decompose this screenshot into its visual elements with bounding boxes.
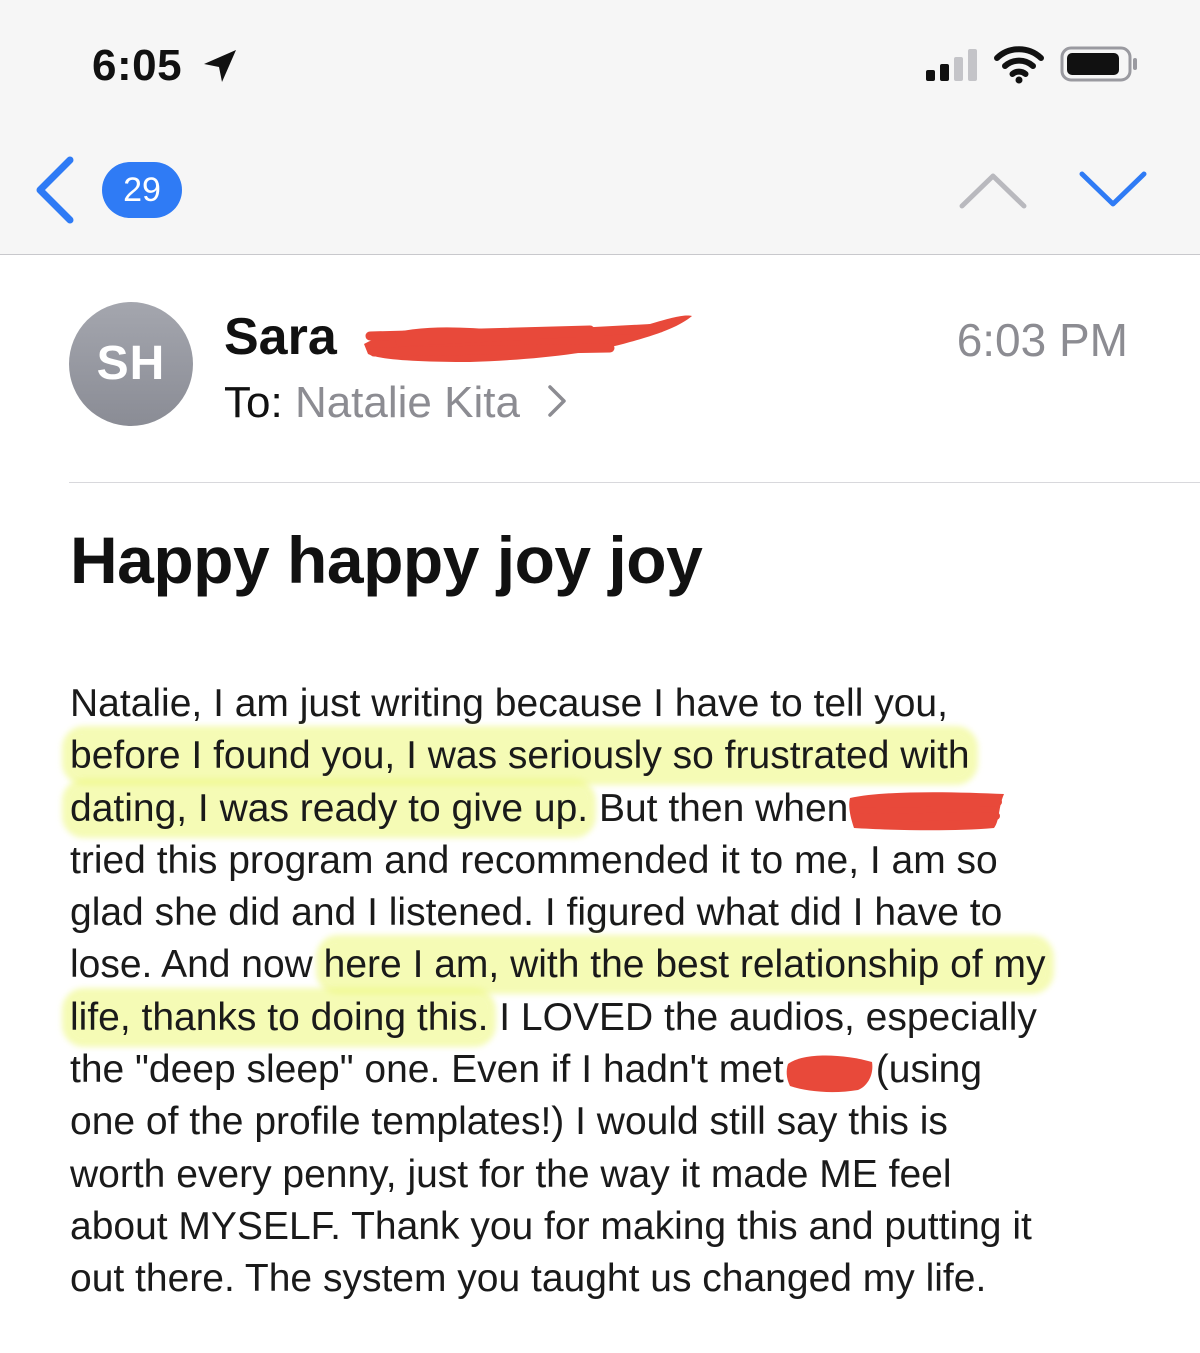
body-text: (using — [875, 1048, 983, 1092]
redaction-scribble — [784, 1050, 876, 1094]
body-line: Natalie, I am just writing because I hav… — [70, 682, 948, 725]
status-time: 6:05 — [92, 41, 183, 90]
header-divider — [69, 482, 1200, 483]
chevron-right-icon[interactable] — [546, 381, 568, 421]
highlighted-text: here I am, with the best relationship of… — [323, 943, 1046, 987]
recipient-row[interactable]: To: Natalie Kita — [224, 376, 568, 430]
top-chrome: 6:05 29 — [0, 0, 1200, 255]
sent-time: 6:03 PM — [956, 314, 1128, 366]
wifi-icon — [994, 46, 1044, 84]
redaction-scribble — [364, 315, 692, 362]
body-line: dating, I was ready to give up. But then… — [70, 783, 1180, 835]
body-line: the "deep sleep" one. Even if I hadn't m… — [70, 1044, 1180, 1096]
body-line: about MYSELF. Thank you for making this … — [70, 1204, 1032, 1248]
body-text: the "deep sleep" one. Even if I hadn't m… — [70, 1048, 784, 1092]
next-message-button[interactable] — [1076, 166, 1150, 214]
recipient-name[interactable]: Natalie Kita — [295, 378, 520, 427]
redaction-scribble — [848, 788, 1008, 832]
body-text: lose. And now — [70, 943, 324, 987]
previous-message-button[interactable] — [956, 166, 1030, 214]
body-line: before I found you, I was seriously so f… — [70, 730, 1180, 782]
body-line: life, thanks to doing this. I LOVED the … — [70, 992, 1180, 1044]
battery-icon — [1060, 46, 1137, 82]
body-line: tried this program and recommended it to… — [70, 838, 998, 882]
body-line: out there. The system you taught us chan… — [70, 1257, 987, 1301]
email-subject: Happy happy joy joy — [70, 523, 703, 597]
body-line: one of the profile templates!) I would s… — [70, 1100, 948, 1144]
unread-count-badge[interactable]: 29 — [102, 162, 182, 218]
location-arrow-icon — [204, 50, 236, 82]
to-label: To: — [224, 378, 283, 427]
body-line: glad she did and I listened. I figured w… — [70, 891, 1003, 935]
body-line: lose. And now here I am, with the best r… — [70, 939, 1180, 991]
signal-icon — [926, 49, 977, 81]
highlighted-text: before I found you, I was seriously so f… — [70, 734, 970, 778]
sender-name[interactable]: Sara — [224, 306, 337, 368]
body-line: worth every penny, just for the way it m… — [70, 1152, 952, 1196]
body-text: I LOVED the audios, especially — [488, 995, 1037, 1039]
highlighted-text: life, thanks to doing this. — [70, 995, 489, 1039]
back-button[interactable] — [30, 154, 82, 226]
sender-avatar[interactable]: SH — [69, 302, 193, 426]
highlighted-text: dating, I was ready to give up. — [70, 786, 589, 830]
body-text: But then when — [588, 786, 849, 830]
email-body: Natalie, I am just writing because I hav… — [70, 678, 1180, 1306]
